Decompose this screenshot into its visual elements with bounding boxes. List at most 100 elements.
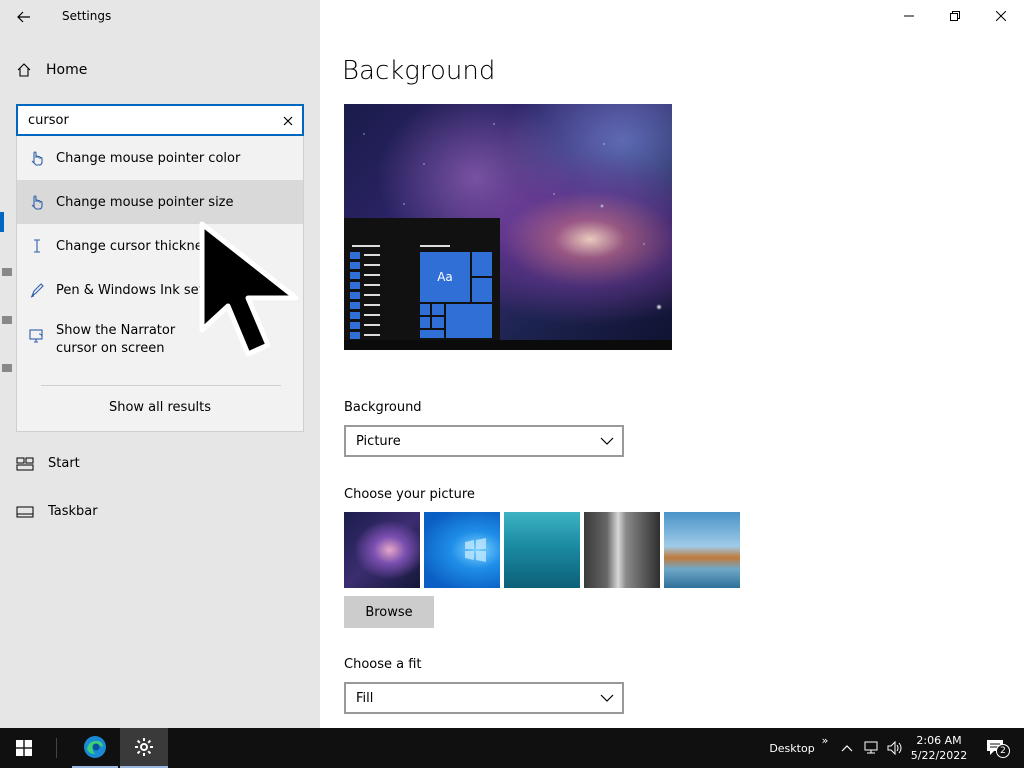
search-input[interactable] (28, 112, 268, 128)
hidden-nav-icon (2, 316, 12, 324)
close-icon (283, 116, 293, 126)
speaker-icon (887, 741, 902, 755)
chevron-down-icon (600, 694, 614, 702)
suggestion-label: Change mouse pointer color (56, 150, 241, 166)
sidebar-item-start-label: Start (48, 456, 80, 471)
hidden-nav-icon (2, 364, 12, 372)
toolbar-expand-button[interactable]: » (818, 720, 832, 760)
restore-button[interactable] (932, 0, 978, 32)
pen-icon (27, 280, 47, 300)
taskbar-settings-button[interactable] (120, 728, 168, 768)
background-label: Background (344, 400, 422, 415)
preview-bar (350, 262, 360, 269)
hand-pointer-icon (27, 148, 47, 168)
network-button[interactable] (860, 728, 882, 768)
preview-tile (432, 304, 444, 315)
back-button[interactable] (10, 6, 38, 28)
preview-bar (350, 322, 360, 329)
preview-line (364, 264, 380, 266)
preview-line (364, 314, 380, 316)
text-cursor-icon (27, 236, 47, 256)
preview-line (352, 245, 380, 247)
show-hidden-icons-button[interactable] (838, 728, 856, 768)
preview-line (364, 284, 380, 286)
home-icon (17, 63, 31, 77)
preview-tile (432, 317, 444, 328)
preview-line (364, 274, 380, 276)
preview-tile (420, 304, 430, 315)
sidebar-item-home[interactable]: Home (16, 62, 87, 78)
preview-bar (350, 252, 360, 259)
suggestion-label: Change cursor thickne (56, 238, 203, 254)
picture-thumbnail-galaxy[interactable] (344, 512, 420, 588)
preview-bar (350, 292, 360, 299)
sidebar-item-start[interactable]: Start (16, 456, 80, 471)
start-icon (16, 457, 34, 470)
chevron-up-icon (841, 745, 853, 752)
taskbar-divider (56, 738, 57, 758)
preview-bar (350, 302, 360, 309)
taskbar: Desktop » 2:06 AM 5/22/2022 2 (0, 728, 1024, 768)
taskbar-icon (16, 506, 34, 517)
back-arrow-icon (17, 11, 30, 23)
background-dropdown[interactable]: Picture (344, 425, 624, 457)
clear-search-button[interactable] (280, 113, 296, 129)
preview-line (364, 254, 380, 256)
clock-time: 2:06 AM (916, 734, 962, 747)
preview-tile (420, 330, 444, 338)
preview-taskbar (344, 340, 672, 350)
network-icon (864, 741, 878, 754)
chevron-down-icon (600, 437, 614, 445)
picture-thumbnail-beach[interactable] (664, 512, 740, 588)
picture-thumbnail-windows[interactable] (424, 512, 500, 588)
preview-line (364, 324, 380, 326)
volume-button[interactable] (884, 728, 906, 768)
preview-tile (472, 252, 492, 276)
start-button[interactable] (0, 728, 48, 768)
narrator-icon (27, 326, 47, 346)
picture-thumbnail-waterfall[interactable] (584, 512, 660, 588)
home-label: Home (46, 62, 88, 78)
preview-tile (446, 304, 492, 338)
background-dropdown-value: Picture (356, 433, 401, 449)
preview-bar (350, 312, 360, 319)
suggestion-label: Change mouse pointer size (56, 194, 234, 210)
background-preview: Aa (344, 104, 672, 350)
fit-dropdown[interactable]: Fill (344, 682, 624, 714)
action-center-button[interactable]: 2 (978, 728, 1014, 768)
preview-line (364, 304, 380, 306)
restore-icon (950, 11, 960, 21)
hand-pointer-icon (27, 192, 47, 212)
sidebar-item-taskbar[interactable]: Taskbar (16, 504, 98, 519)
close-button[interactable] (978, 0, 1024, 32)
preview-line (364, 334, 380, 336)
browse-button[interactable]: Browse (344, 596, 434, 628)
preview-bar (350, 282, 360, 289)
app-title: Settings (62, 9, 112, 23)
suggestion-label: Pen & Windows Ink set (56, 282, 204, 298)
desktop-toolbar-label[interactable]: Desktop (760, 728, 824, 768)
edge-browser-icon (84, 736, 106, 758)
preview-line (420, 245, 450, 247)
windows-logo-icon (465, 538, 486, 562)
clock-button[interactable]: 2:06 AM 5/22/2022 (906, 728, 972, 768)
preview-bar (350, 332, 360, 339)
gear-icon (135, 738, 153, 756)
show-all-results-link[interactable]: Show all results (17, 400, 303, 415)
picture-thumbnail-underwater[interactable] (504, 512, 580, 588)
hidden-nav-icon (2, 268, 12, 276)
close-icon (996, 11, 1006, 21)
minimize-icon (904, 15, 914, 17)
large-mouse-cursor-icon (199, 221, 299, 357)
choose-fit-label: Choose a fit (344, 657, 422, 672)
suggestion-label: Show the Narrator cursor on screen (56, 323, 176, 356)
suggestion-item[interactable]: Show the Narrator cursor on screen (17, 322, 217, 362)
search-box[interactable] (16, 104, 304, 136)
choose-picture-label: Choose your picture (344, 487, 475, 502)
suggestion-item[interactable]: Change mouse pointer color (17, 136, 303, 180)
minimize-button[interactable] (886, 0, 932, 32)
fit-dropdown-value: Fill (356, 690, 374, 706)
windows-start-icon (16, 740, 32, 756)
taskbar-edge-button[interactable] (72, 728, 118, 768)
preview-tile (472, 278, 492, 302)
